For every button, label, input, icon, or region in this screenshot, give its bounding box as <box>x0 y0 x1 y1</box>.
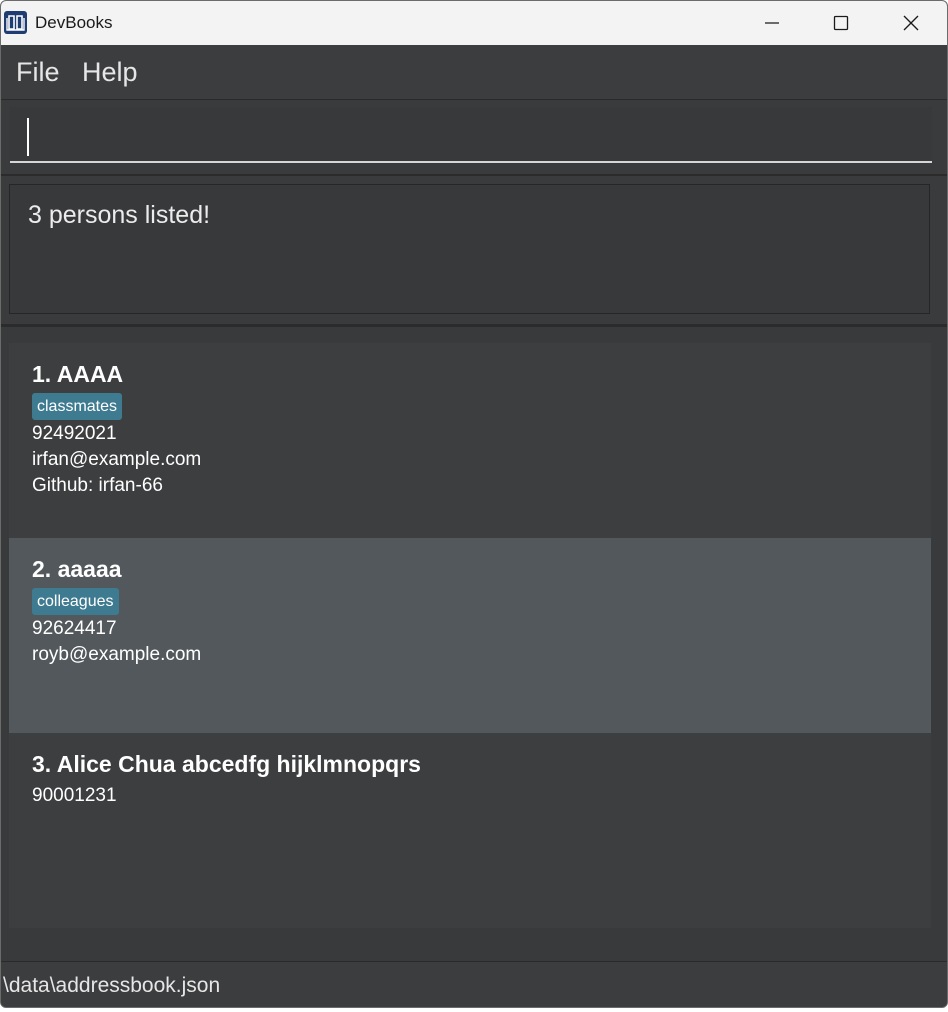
result-display: 3 persons listed! <box>1 176 947 327</box>
person-phone: 90001231 <box>32 785 117 806</box>
person-card-selected[interactable]: 2. aaaaa colleagues 92624417 royb@exampl… <box>9 538 931 733</box>
text-caret <box>27 118 29 156</box>
menu-file[interactable]: File <box>16 57 60 88</box>
app-window: DevBooks File Help 3 persons listed! 1. … <box>0 0 948 1008</box>
person-name: 3. Alice Chua abcedfg hijklmnopqrs <box>32 751 421 777</box>
tag-badge: colleagues <box>32 588 119 615</box>
maximize-icon <box>833 15 849 31</box>
window-title: DevBooks <box>35 13 113 32</box>
person-name: 1. AAAA <box>32 361 124 387</box>
person-name: 2. aaaaa <box>32 556 122 582</box>
person-list[interactable]: 1. AAAA classmates 92492021 irfan@exampl… <box>1 327 947 961</box>
app-logo-icon <box>4 11 27 34</box>
command-input[interactable] <box>10 107 932 163</box>
person-email: royb@example.com <box>32 644 202 665</box>
minimize-icon <box>765 22 779 24</box>
status-bar: \data\addressbook.json <box>1 961 947 1007</box>
menu-bar: File Help <box>1 45 947 100</box>
close-button[interactable] <box>877 1 945 45</box>
menu-help[interactable]: Help <box>82 57 138 88</box>
person-phone: 92492021 <box>32 423 117 444</box>
close-icon <box>903 15 919 31</box>
person-github: Github: irfan-66 <box>32 475 163 496</box>
person-phone: 92624417 <box>32 618 117 639</box>
person-card[interactable]: 3. Alice Chua abcedfg hijklmnopqrs 90001… <box>9 733 931 928</box>
tag-badge: classmates <box>32 393 123 420</box>
result-box[interactable]: 3 persons listed! <box>9 184 930 314</box>
command-box <box>1 100 947 176</box>
person-email: irfan@example.com <box>32 449 202 470</box>
result-message: 3 persons listed! <box>28 201 211 229</box>
person-card[interactable]: 1. AAAA classmates 92492021 irfan@exampl… <box>9 343 931 538</box>
title-bar[interactable]: DevBooks <box>1 1 947 45</box>
save-location: \data\addressbook.json <box>3 974 221 997</box>
maximize-button[interactable] <box>807 1 875 45</box>
minimize-button[interactable] <box>738 1 806 45</box>
